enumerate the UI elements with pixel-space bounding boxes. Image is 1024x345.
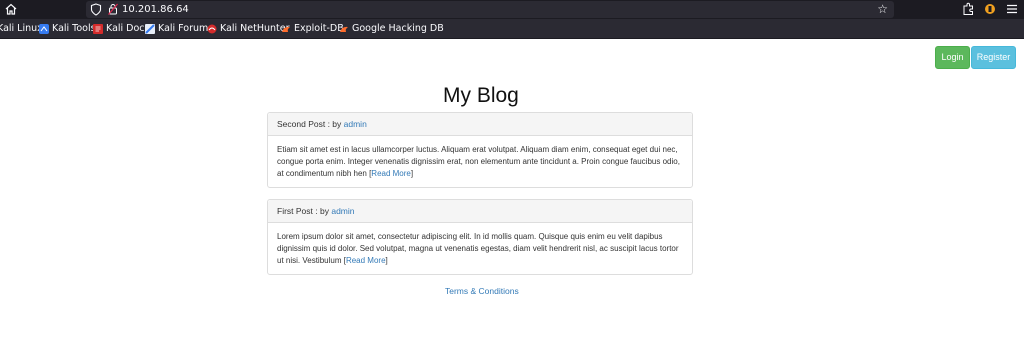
kali-forums-icon <box>145 23 155 34</box>
bookmark-label: Exploit-DB <box>294 22 344 34</box>
login-button[interactable]: Login <box>935 46 970 69</box>
bookmark-kali-nethunter[interactable]: Kali NetHunter <box>207 22 290 35</box>
post-author-link[interactable]: admin <box>331 206 354 216</box>
post-excerpt: Lorem ipsum dolor sit amet, consectetur … <box>277 232 679 265</box>
kali-nethunter-icon <box>207 24 217 33</box>
post-heading: Second Post : by admin <box>268 113 692 136</box>
shield-icon[interactable] <box>90 3 102 16</box>
insecure-lock-icon[interactable] <box>108 3 118 15</box>
read-more-bracket-close: ] <box>385 256 388 265</box>
post-title: First Post <box>277 206 313 216</box>
post-body: Etiam sit amet est in lacus ullamcorper … <box>268 136 692 180</box>
footer: Terms & Conditions <box>445 286 519 297</box>
extensions-icon[interactable] <box>962 2 975 16</box>
post-heading: First Post : by admin <box>268 200 692 223</box>
bookmark-kali-forums[interactable]: Kali Forums <box>145 22 213 35</box>
url-text[interactable]: 10.201.86.64 <box>122 3 189 16</box>
bookmark-star-icon[interactable]: ☆ <box>877 2 888 16</box>
bookmark-kali-docs[interactable]: Kali Docs <box>93 22 149 35</box>
bookmark-label: Kali NetHunter <box>220 22 290 34</box>
kali-tools-icon <box>39 23 49 34</box>
hamburger-menu-icon[interactable] <box>1006 3 1018 15</box>
bookmark-kali-tools[interactable]: Kali Tools <box>39 22 96 35</box>
page-title: My Blog <box>443 84 519 107</box>
exploit-db-icon <box>282 26 290 32</box>
bookmark-kali-linux[interactable]: Kali Linux <box>0 22 43 35</box>
read-more-bracket-close: ] <box>410 169 414 178</box>
post-by-label: : by <box>325 119 344 129</box>
bookmark-label: Kali Tools <box>52 22 96 34</box>
post-by-label: : by <box>312 206 332 216</box>
home-icon[interactable] <box>4 2 18 16</box>
post-excerpt: Etiam sit amet est in lacus ullamcorper … <box>277 145 680 178</box>
bookmark-label: Google Hacking DB <box>352 22 444 34</box>
read-more-link[interactable]: Read More <box>371 169 411 178</box>
post-card: Second Post : by admin Etiam sit amet es… <box>267 112 693 188</box>
terms-link[interactable]: Terms & Conditions <box>445 286 519 296</box>
read-more-link[interactable]: Read More <box>346 256 386 265</box>
post-body: Lorem ipsum dolor sit amet, consectetur … <box>268 223 692 267</box>
post-card: First Post : by admin Lorem ipsum dolor … <box>267 199 693 275</box>
register-button[interactable]: Register <box>971 46 1016 69</box>
kali-docs-icon <box>93 23 103 34</box>
browser-toolbar: 10.201.86.64 ☆ <box>0 0 1024 19</box>
bookmark-exploit-db[interactable]: Exploit-DB <box>281 22 344 35</box>
bookmark-label: Kali Linux <box>0 22 43 34</box>
post-author-link[interactable]: admin <box>344 119 367 129</box>
bookmark-label: Kali Forums <box>158 22 214 34</box>
address-bar[interactable]: 10.201.86.64 ☆ <box>86 1 894 18</box>
extension-badge-icon[interactable] <box>984 3 996 15</box>
bookmark-google-hacking-db[interactable]: Google Hacking DB <box>339 22 444 35</box>
bookmark-label: Kali Docs <box>106 22 150 34</box>
google-hacking-db-icon <box>340 26 348 32</box>
bookmarks-bar: Kali Linux Kali Tools Kali Docs Kali For… <box>0 19 1024 39</box>
post-title: Second Post <box>277 119 326 129</box>
